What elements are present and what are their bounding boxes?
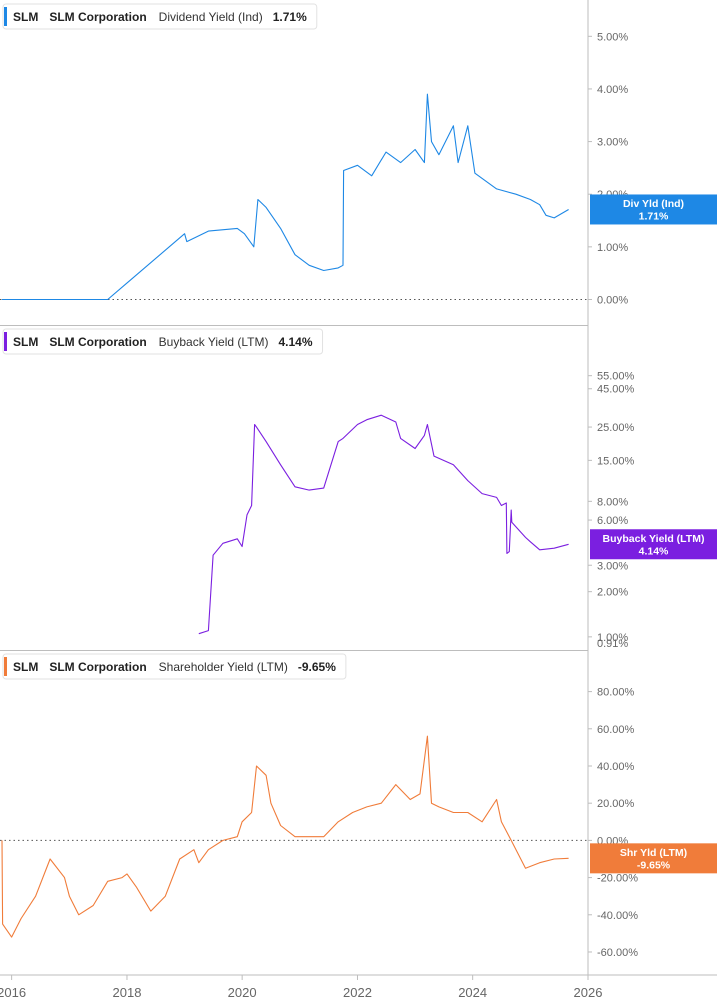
company-label: SLM Corporation xyxy=(49,660,146,674)
panel-header: SLM SLM Corporation Dividend Yield (Ind) 1.… xyxy=(2,3,318,30)
y-tick-label: 45.00% xyxy=(597,384,635,396)
current-value: -9.65% xyxy=(298,660,336,674)
value-badge: Buyback Yield (LTM)4.14% xyxy=(590,529,717,560)
company-label: SLM Corporation xyxy=(49,335,146,349)
x-tick-label: 2026 xyxy=(574,985,603,1000)
y-tick-label: 0.91% xyxy=(597,638,628,650)
x-tick-label: 2020 xyxy=(228,985,257,1000)
y-tick-label: 0.00% xyxy=(597,294,628,306)
panel-1: 0.00%1.00%2.00%3.00%4.00%5.00%SLMSLM Cor… xyxy=(0,3,717,306)
x-tick-label: 2024 xyxy=(458,985,487,1000)
y-tick-label: -40.00% xyxy=(597,910,638,922)
y-tick-label: 20.00% xyxy=(597,798,635,810)
value-badge-title: Shr Yld (LTM) xyxy=(620,847,687,859)
y-tick-label: 80.00% xyxy=(597,687,635,699)
value-badge-value: 4.14% xyxy=(639,545,669,557)
metric-label: Shareholder Yield (LTM) xyxy=(159,660,288,674)
value-badge-title: Buyback Yield (LTM) xyxy=(603,533,705,545)
current-value: 1.71% xyxy=(273,10,307,24)
ticker-label: SLM xyxy=(13,335,38,349)
value-badge: Div Yld (Ind)1.71% xyxy=(590,194,717,225)
y-tick-label: -60.00% xyxy=(597,947,638,959)
value-badge: Shr Yld (LTM)-9.65% xyxy=(590,843,717,874)
y-tick-label: 3.00% xyxy=(597,560,628,572)
y-tick-label: 40.00% xyxy=(597,761,635,773)
chart-panels: 0.00% 1.00% 2.00% 3.00% 4.00% 5.00% SLM SLM Cor… xyxy=(0,3,717,959)
y-tick-label: -20.00% xyxy=(597,873,638,885)
x-tick-label: 2018 xyxy=(113,985,142,1000)
x-tick-label: 2022 xyxy=(343,985,372,1000)
x-axis: 2016 2018 2020 2022 2024 2026 xyxy=(0,975,602,1000)
chart-canvas: 0.00% 1.00% 2.00% 3.00% 4.00% 5.00% SLM SLM Cor… xyxy=(0,0,717,1000)
series-line xyxy=(1,735,569,938)
y-tick-label: 3.00% xyxy=(597,137,628,149)
y-tick-label: 6.00% xyxy=(597,515,628,527)
value-badge-value: 1.71% xyxy=(639,210,669,222)
y-tick-label: 5.00% xyxy=(597,31,628,43)
y-tick-label: 1.00% xyxy=(597,242,628,254)
current-value: 4.14% xyxy=(279,335,313,349)
series-color-marker xyxy=(4,332,7,351)
panel-header: SLM SLM Corporation Buyback Yield (LTM) 4.1… xyxy=(2,328,324,355)
ticker-label: SLM xyxy=(13,660,38,674)
y-tick-label: 15.00% xyxy=(597,455,635,467)
y-tick-label: 4.00% xyxy=(597,84,628,96)
panel-header: SLM SLM Corporation Shareholder Yield (LTM… xyxy=(2,653,347,680)
series-color-marker xyxy=(4,657,7,676)
ticker-label: SLM xyxy=(13,10,38,24)
panel-3: -60.00%-40.00%-20.00%0.00%20.00%40.00%60… xyxy=(0,653,717,959)
metric-label: Dividend Yield (Ind) xyxy=(159,10,263,24)
value-badge-value: -9.65% xyxy=(637,859,671,871)
y-tick-label: 8.00% xyxy=(597,496,628,508)
y-tick-label: 2.00% xyxy=(597,587,628,599)
company-label: SLM Corporation xyxy=(49,10,146,24)
y-tick-label: 55.00% xyxy=(597,371,635,383)
value-badge-title: Div Yld (Ind) xyxy=(623,198,684,210)
x-tick-label: 2016 xyxy=(0,985,26,1000)
y-tick-label: 60.00% xyxy=(597,724,635,736)
panel-2: 1.00%2.00%3.00%6.00%8.00%15.00%25.00%45.… xyxy=(2,328,717,650)
series-line xyxy=(198,414,569,635)
series-line xyxy=(2,93,569,301)
metric-label: Buyback Yield (LTM) xyxy=(159,335,269,349)
y-tick-label: 25.00% xyxy=(597,422,635,434)
series-color-marker xyxy=(4,7,7,26)
